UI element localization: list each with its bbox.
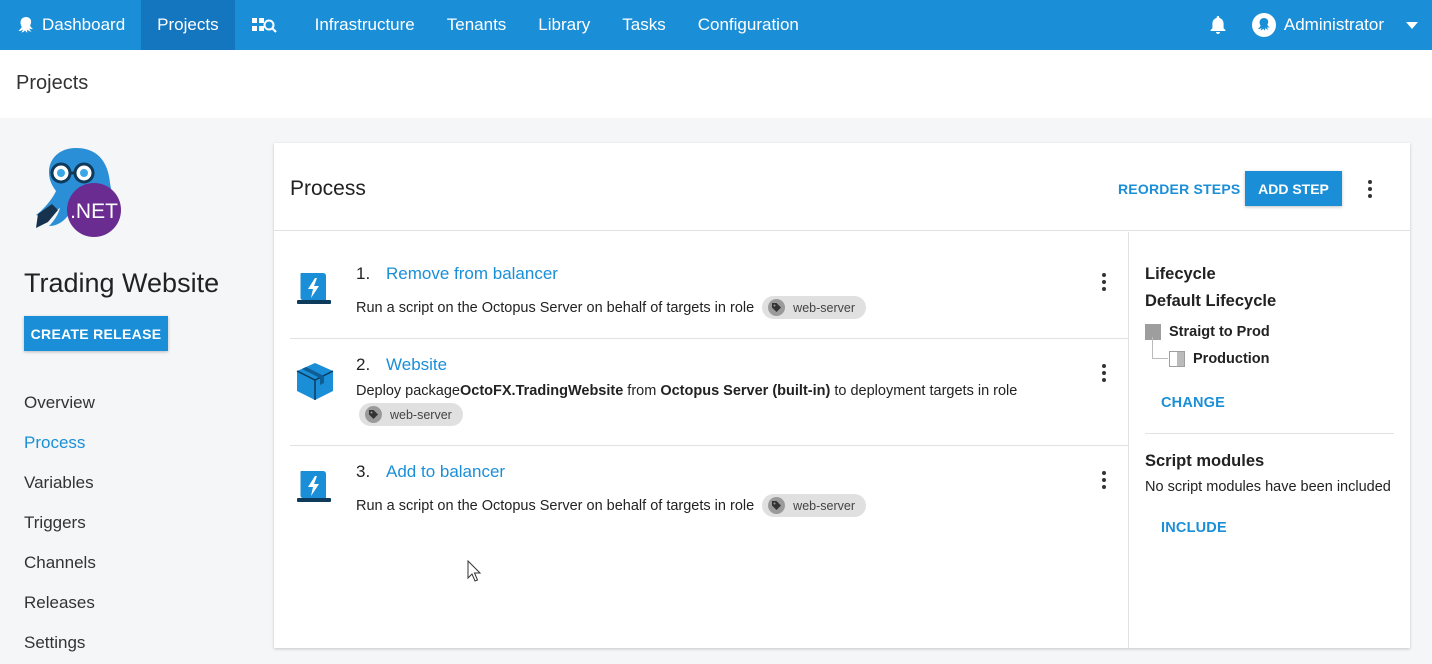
create-release-button[interactable]: CREATE RELEASE: [24, 316, 168, 351]
lifecycle-label: Lifecycle: [1145, 265, 1216, 283]
step-description: Deploy package OctoFX.TradingWebsite fro…: [356, 383, 1017, 399]
role-tag-label: web-server: [793, 300, 855, 315]
phase-name: Straigt to Prod: [1169, 324, 1270, 340]
step-description-text: Run a script on the Octopus Server on be…: [356, 497, 755, 514]
script-icon: [297, 273, 331, 304]
nav-dashboard-label: Dashboard: [42, 15, 126, 34]
side-nav-settings[interactable]: Settings: [24, 623, 96, 663]
step-more-icon[interactable]: [1094, 270, 1114, 294]
nav-projects-label: Projects: [157, 15, 219, 34]
project-logo: .NET: [28, 146, 124, 240]
role-tag-label: web-server: [793, 498, 855, 513]
chevron-down-icon[interactable]: [1406, 21, 1418, 29]
side-nav-channels[interactable]: Channels: [24, 543, 96, 583]
project-side-nav: Overview Process Variables Triggers Chan…: [24, 383, 96, 663]
package-icon: [296, 363, 334, 400]
process-title: Process: [290, 177, 366, 200]
step-item: 1. Remove from balancer Run a script on …: [290, 232, 1129, 339]
octopus-icon: [18, 17, 33, 33]
include-script-modules-button[interactable]: INCLUDE: [1161, 520, 1227, 536]
step-name-link[interactable]: Remove from balancer: [386, 264, 558, 284]
nav-tenants-label: Tenants: [446, 15, 507, 34]
script-modules-title: Script modules: [1145, 452, 1265, 470]
step-desc-mid: from: [623, 383, 661, 399]
side-nav-variables[interactable]: Variables: [24, 463, 96, 503]
step-description: Run a script on the Octopus Server on be…: [356, 494, 866, 517]
role-tag[interactable]: web-server: [762, 296, 866, 319]
role-tag[interactable]: web-server: [762, 494, 866, 517]
logo-text: .NET: [70, 200, 118, 223]
step-item: 3. Add to balancer Run a script on the O…: [290, 446, 1129, 553]
nav-infrastructure[interactable]: Infrastructure: [299, 0, 431, 50]
reorder-steps-button[interactable]: REORDER STEPS: [1118, 181, 1240, 197]
step-name-link[interactable]: Website: [386, 355, 447, 375]
environment-square-icon: [1169, 351, 1185, 367]
step-description: Run a script on the Octopus Server on be…: [356, 296, 866, 319]
mouse-cursor-icon: [467, 560, 481, 582]
step-desc-prefix: Deploy package: [356, 383, 460, 399]
side-nav-overview[interactable]: Overview: [24, 383, 96, 423]
notifications-bell-icon[interactable]: [1198, 0, 1238, 50]
add-step-button[interactable]: ADD STEP: [1245, 171, 1342, 206]
nav-infrastructure-label: Infrastructure: [314, 15, 415, 34]
role-tag[interactable]: web-server: [359, 403, 463, 426]
environment-name: Production: [1193, 351, 1270, 367]
project-name: Trading Website: [24, 268, 220, 298]
step-list: 1. Remove from balancer Run a script on …: [274, 232, 1129, 648]
process-more-icon[interactable]: [1360, 177, 1380, 201]
step-name-link[interactable]: Add to balancer: [386, 462, 505, 482]
step-item: 2. Website Deploy package OctoFX.Trading…: [290, 339, 1129, 446]
page-header: Projects: [0, 50, 1432, 118]
process-header: Process REORDER STEPS ADD STEP: [274, 143, 1410, 231]
step-number: 1.: [356, 264, 371, 283]
script-modules-text: No script modules have been included: [1145, 479, 1391, 495]
tree-connector: [1152, 337, 1168, 359]
side-nav-triggers[interactable]: Triggers: [24, 503, 96, 543]
side-nav-releases[interactable]: Releases: [24, 583, 96, 623]
nav-search-icon[interactable]: [235, 0, 299, 50]
feed-name: Octopus Server (built-in): [660, 383, 831, 399]
change-lifecycle-button[interactable]: CHANGE: [1161, 395, 1225, 411]
step-role-row: web-server: [352, 403, 463, 426]
nav-configuration-label: Configuration: [697, 15, 799, 34]
step-more-icon[interactable]: [1094, 361, 1114, 385]
side-nav-process[interactable]: Process: [24, 423, 96, 463]
user-avatar-icon: [1251, 13, 1276, 37]
lifecycle-environment: Production: [1169, 351, 1270, 367]
tag-icon: [768, 299, 786, 316]
script-icon: [297, 471, 331, 502]
step-description-text: Run a script on the Octopus Server on be…: [356, 299, 755, 316]
step-desc-suffix: to deployment targets in role: [830, 383, 1018, 399]
package-name: OctoFX.TradingWebsite: [460, 383, 624, 399]
user-menu[interactable]: Administrator: [1248, 0, 1432, 50]
nav-tasks[interactable]: Tasks: [606, 0, 681, 50]
step-number: 2.: [356, 355, 371, 374]
nav-tasks-label: Tasks: [622, 15, 666, 34]
nav-dashboard[interactable]: Dashboard: [0, 0, 141, 50]
lifecycle-name: Default Lifecycle: [1145, 292, 1277, 310]
nav-projects[interactable]: Projects: [141, 0, 235, 50]
process-card: Process REORDER STEPS ADD STEP 1. Remove…: [274, 143, 1410, 648]
nav-library[interactable]: Library: [522, 0, 606, 50]
nav-tenants[interactable]: Tenants: [431, 0, 523, 50]
top-nav: Dashboard Projects Infrastructure Tenant…: [0, 0, 1432, 50]
user-name: Administrator: [1283, 15, 1384, 34]
tag-icon: [365, 406, 382, 423]
nav-library-label: Library: [538, 15, 591, 34]
search-grid-icon: [251, 18, 277, 33]
step-more-icon[interactable]: [1094, 468, 1114, 492]
nav-configuration[interactable]: Configuration: [682, 0, 815, 50]
role-tag-label: web-server: [390, 407, 452, 422]
divider: [1145, 433, 1394, 434]
tag-icon: [768, 497, 786, 514]
page-title: Projects: [16, 72, 89, 94]
step-number: 3.: [356, 462, 371, 481]
